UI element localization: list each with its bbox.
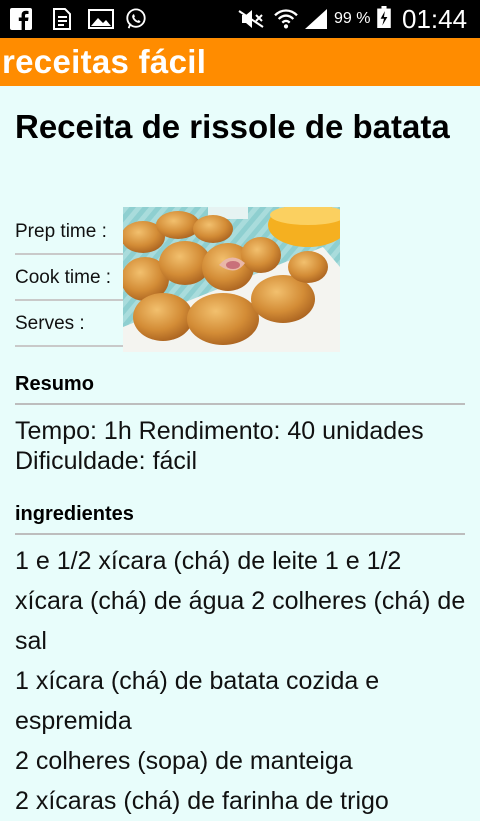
file-icon (53, 8, 71, 30)
resumo-text: Tempo: 1h Rendimento: 40 unidades Dificu… (15, 416, 470, 476)
prep-time-label: Prep time : (15, 221, 107, 242)
app-title: receitas fácil (2, 43, 207, 80)
serves-row: Serves : (15, 299, 123, 347)
signal-icon (305, 9, 327, 29)
resumo-line-2: Dificuldade: fácil (15, 447, 198, 475)
list-item: 1 e 1/2 xícara (chá) de leite 1 e 1/2 xí… (15, 547, 466, 655)
recipe-title: Receita de rissole de batata (15, 108, 450, 145)
list-item: 1 xícara (chá) de batata cozida e esprem… (15, 667, 380, 735)
battery-percent: 99 % (334, 10, 371, 27)
mute-icon (238, 10, 264, 28)
battery-charging-icon (377, 6, 391, 28)
serves-label: Serves : (15, 313, 85, 334)
status-bar: 99 % 01:44 (0, 0, 480, 38)
ingredientes-heading: ingredientes (15, 503, 465, 535)
cook-time-row: Cook time : (15, 253, 123, 301)
list-item: 2 xícaras (chá) de farinha de trigo (15, 787, 389, 815)
list-item: 2 colheres (sopa) de manteiga (15, 747, 353, 775)
image-icon (88, 9, 114, 29)
recipe-photo (123, 207, 340, 352)
app-bar: receitas fácil (0, 38, 480, 86)
cook-time-label: Cook time : (15, 267, 112, 288)
facebook-icon (10, 8, 32, 30)
resumo-line-1: Tempo: 1h Rendimento: 40 unidades (15, 417, 424, 445)
prep-time-row: Prep time : (15, 207, 123, 255)
resumo-heading-text: Resumo (15, 373, 94, 395)
wifi-icon (274, 9, 298, 29)
ingredients-list: 1 e 1/2 xícara (chá) de leite 1 e 1/2 xí… (15, 541, 475, 821)
clock: 01:44 (402, 4, 468, 34)
resumo-heading: Resumo (15, 373, 465, 405)
ingredientes-heading-text: ingredientes (15, 503, 134, 525)
whatsapp-icon (126, 8, 146, 29)
